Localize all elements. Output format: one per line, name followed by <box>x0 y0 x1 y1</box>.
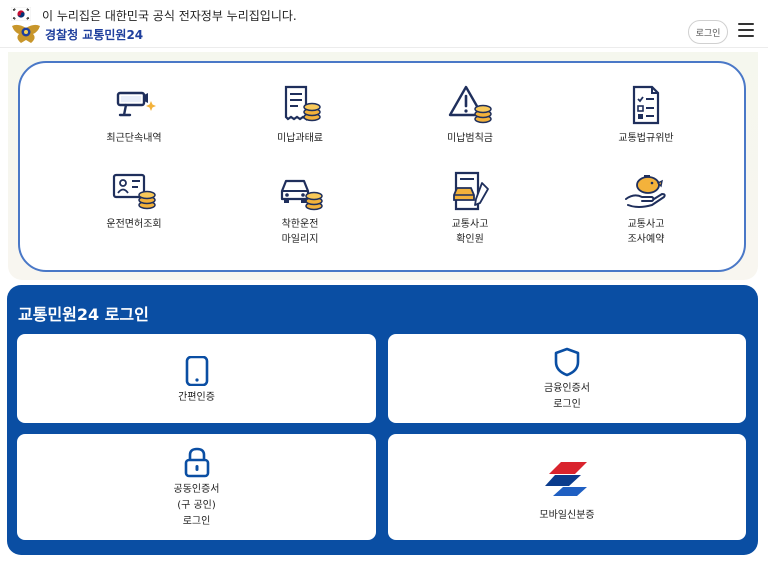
gov-notice-text: 이 누리집은 대한민국 공식 전자정부 누리집입니다. <box>42 9 297 23</box>
service-traffic-violation[interactable]: 교통법규위반 <box>576 83 716 146</box>
id-card-coins-icon <box>112 173 156 210</box>
service-license-lookup[interactable]: 운전면허조회 <box>64 169 204 232</box>
login-title: 교통민원24 로그인 <box>18 305 149 324</box>
service-label: 착한운전 마일리지 <box>281 219 319 245</box>
card-label: 공동인증서 (구 공인) 로그인 <box>173 484 220 527</box>
korean-flag-icon <box>11 7 31 21</box>
service-accident-certificate[interactable]: 교통사고 확인원 <box>400 169 540 247</box>
service-label: 교통법규위반 <box>618 133 674 144</box>
card-label: 금융인증서 로그인 <box>544 383 590 410</box>
simple-auth-login-card[interactable]: 간편인증 <box>17 334 376 423</box>
card-label: 간편인증 <box>178 392 215 403</box>
receipt-coins-icon <box>284 85 321 122</box>
site-title[interactable]: 경찰청 교통민원24 <box>45 26 143 43</box>
car-coins-icon <box>280 179 323 211</box>
service-label: 미납과태료 <box>277 133 323 144</box>
smartphone-icon <box>185 356 208 386</box>
quick-services-panel: 최근단속내역 미납과태료 미납범칙금 교통법규위반 운전면허조회 착한운전 마일… <box>18 61 746 272</box>
site-header: 이 누리집은 대한민국 공식 전자정부 누리집입니다. 경찰청 교통민원24 로… <box>0 0 768 48</box>
piggy-bank-hand-icon <box>625 175 666 208</box>
service-label: 최근단속내역 <box>106 133 162 144</box>
document-car-pen-icon <box>453 171 489 211</box>
padlock-icon <box>184 447 209 478</box>
joint-cert-login-card[interactable]: 공동인증서 (구 공인) 로그인 <box>17 434 376 540</box>
service-good-driving-mileage[interactable]: 착한운전 마일리지 <box>230 169 370 247</box>
cctv-camera-icon <box>116 91 156 117</box>
warning-coins-icon <box>448 85 492 124</box>
service-accident-investigation-booking[interactable]: 교통사고 조사예약 <box>576 169 716 247</box>
hamburger-menu-icon[interactable] <box>738 23 754 39</box>
service-label: 교통사고 확인원 <box>451 219 489 245</box>
service-unpaid-fines[interactable]: 미납과태료 <box>230 83 370 146</box>
police-emblem-icon <box>12 24 40 43</box>
service-label: 교통사고 조사예약 <box>627 219 665 245</box>
service-label: 미납범칙금 <box>447 133 493 144</box>
header-login-button[interactable]: 로그인 <box>688 20 728 44</box>
financial-cert-login-card[interactable]: 금융인증서 로그인 <box>388 334 746 423</box>
service-label: 운전면허조회 <box>106 219 162 230</box>
service-unpaid-penalties[interactable]: 미납범칙금 <box>400 83 540 146</box>
card-label: 모바일신분증 <box>539 510 595 521</box>
shield-icon <box>554 347 580 377</box>
mobile-id-logo-icon <box>545 462 587 496</box>
service-recent-enforcement[interactable]: 최근단속내역 <box>64 83 204 146</box>
mobile-id-login-card[interactable]: 모바일신분증 <box>388 434 746 540</box>
checklist-document-icon <box>632 85 660 125</box>
